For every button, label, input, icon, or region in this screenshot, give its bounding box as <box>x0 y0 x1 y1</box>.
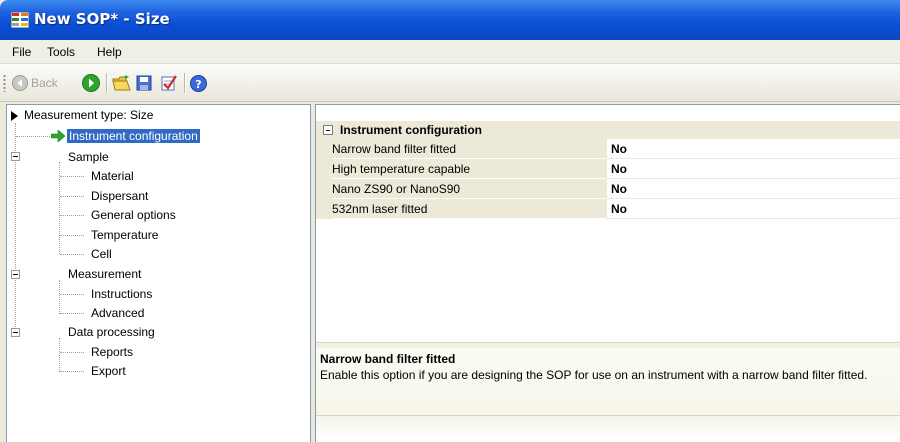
property-name: Nano ZS90 or NanoS90 <box>332 179 606 199</box>
forward-button[interactable] <box>82 73 100 93</box>
collapse-icon[interactable] <box>11 328 20 337</box>
tree-connector <box>59 338 60 372</box>
tree-connector <box>59 280 60 314</box>
tree-item-instrument-configuration[interactable]: Instrument configuration <box>67 129 200 143</box>
tree-connector <box>60 313 84 314</box>
window-title: New SOP* - Size <box>34 10 170 28</box>
tree-connector <box>60 235 84 236</box>
tree-item-advanced[interactable]: Advanced <box>91 306 144 320</box>
tree-connector <box>60 371 84 372</box>
property-name: 532nm laser fitted <box>332 199 606 219</box>
property-grid: Instrument configuration Narrow band fil… <box>316 105 900 342</box>
tree-item-general-options[interactable]: General options <box>91 208 176 222</box>
menu-help[interactable]: Help <box>97 45 122 59</box>
tree-item-export[interactable]: Export <box>91 364 126 378</box>
tree-item-material[interactable]: Material <box>91 169 134 183</box>
navigation-tree: Measurement type: Size Instrument config… <box>6 104 311 442</box>
help-button[interactable]: ? <box>190 73 207 93</box>
tree-connector <box>60 176 84 177</box>
tree-connector <box>60 215 84 216</box>
help-icon: ? <box>190 74 207 92</box>
property-value[interactable]: No <box>606 139 900 159</box>
row-gutter <box>316 139 332 159</box>
arrow-right-icon <box>51 130 65 142</box>
category-header[interactable]: Instrument configuration <box>316 121 900 139</box>
title-bar[interactable]: New SOP* - Size <box>0 0 900 40</box>
open-icon <box>112 75 131 91</box>
tree-item-cell[interactable]: Cell <box>91 247 112 261</box>
row-gutter <box>316 179 332 199</box>
tree-item-temperature[interactable]: Temperature <box>91 228 158 242</box>
save-button[interactable] <box>136 73 152 93</box>
help-title: Narrow band filter fitted <box>320 352 456 366</box>
property-name: High temperature capable <box>332 159 606 179</box>
menu-bar: File Tools Help <box>0 40 900 64</box>
check-icon <box>161 75 177 91</box>
property-row[interactable]: High temperature capable No <box>316 159 900 179</box>
back-label: Back <box>31 76 58 90</box>
row-gutter <box>316 159 332 179</box>
forward-icon <box>82 74 100 92</box>
tree-connector <box>60 196 84 197</box>
property-value[interactable]: No <box>606 159 900 179</box>
tree-item-measurement[interactable]: Measurement <box>68 267 141 281</box>
menu-file[interactable]: File <box>12 45 31 59</box>
app-grid-icon <box>11 12 29 28</box>
tree-item-sample[interactable]: Sample <box>68 150 109 164</box>
collapse-icon[interactable] <box>11 270 20 279</box>
row-gutter <box>316 199 332 219</box>
panel-footer <box>316 415 900 442</box>
sop-window: New SOP* - Size File Tools Help Back ? M… <box>0 0 900 442</box>
toolbar: Back ? <box>0 64 900 102</box>
save-icon <box>136 75 152 91</box>
collapse-icon[interactable] <box>323 125 333 135</box>
property-name: Narrow band filter fitted <box>332 139 606 159</box>
toolbar-grip[interactable] <box>3 74 6 92</box>
tree-root[interactable]: Measurement type: Size <box>24 108 153 122</box>
property-value[interactable]: No <box>606 179 900 199</box>
collapse-icon[interactable] <box>11 152 20 161</box>
property-value[interactable]: No <box>606 199 900 219</box>
tree-item-data-processing[interactable]: Data processing <box>68 325 155 339</box>
property-row[interactable]: 532nm laser fitted No <box>316 199 900 219</box>
svg-text:?: ? <box>195 78 201 91</box>
toolbar-separator <box>106 73 107 93</box>
tree-item-reports[interactable]: Reports <box>91 345 133 359</box>
tree-connector <box>60 294 84 295</box>
menu-tools[interactable]: Tools <box>47 45 75 59</box>
property-row[interactable]: Narrow band filter fitted No <box>316 139 900 159</box>
back-icon <box>12 75 28 91</box>
tree-connector <box>60 352 84 353</box>
validate-button[interactable] <box>160 73 178 93</box>
category-label: Instrument configuration <box>340 123 482 137</box>
expand-arrow-icon[interactable] <box>11 111 18 121</box>
toolbar-separator <box>184 73 185 93</box>
tree-item-instructions[interactable]: Instructions <box>91 287 152 301</box>
help-description: Enable this option if you are designing … <box>320 368 868 382</box>
property-panel: Instrument configuration Narrow band fil… <box>315 104 900 442</box>
tree-connector <box>16 136 52 137</box>
property-row[interactable]: Nano ZS90 or NanoS90 No <box>316 179 900 199</box>
open-button[interactable] <box>112 73 132 93</box>
tree-connector <box>60 254 84 255</box>
tree-item-dispersant[interactable]: Dispersant <box>91 189 148 203</box>
back-button[interactable]: Back <box>12 73 58 93</box>
